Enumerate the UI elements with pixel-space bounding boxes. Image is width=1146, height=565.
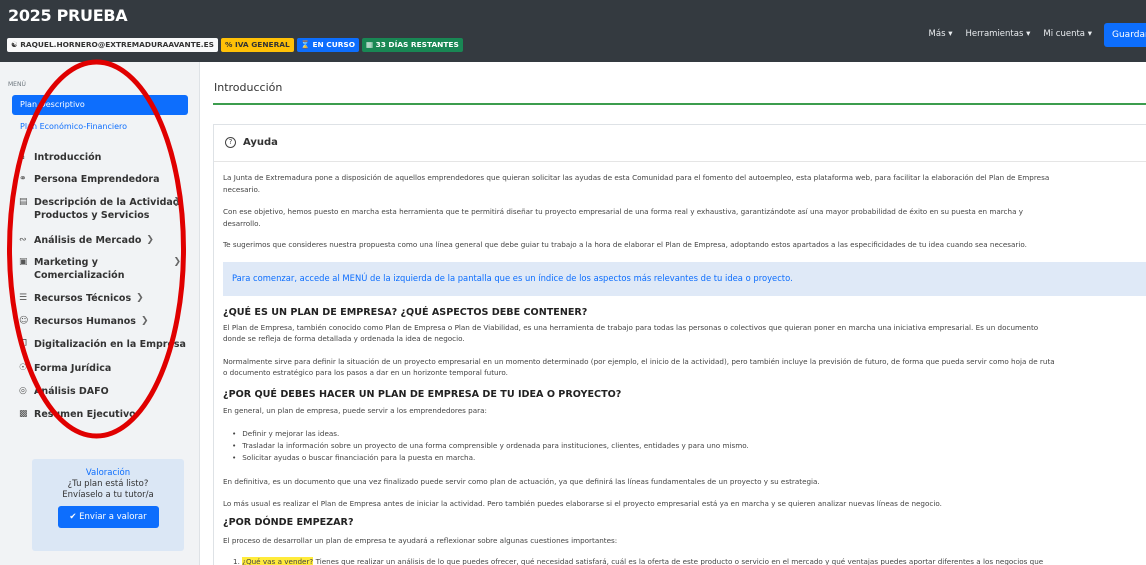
paragraph-7: En definitiva, es un documento que una v… bbox=[223, 477, 820, 486]
paragraph-5-cont: o documento estratégico para los pasos a… bbox=[223, 368, 508, 377]
sidebar-item-marketing[interactable]: ▣ Marketing y Comercialización ❯ bbox=[19, 256, 189, 282]
chart-icon: ∾ bbox=[19, 235, 27, 245]
paragraph-4: El Plan de Empresa, también conocido com… bbox=[223, 323, 1039, 332]
paragraph-8: Lo más usual es realizar el Plan de Empr… bbox=[223, 499, 942, 508]
document-icon: ▩ bbox=[19, 409, 28, 419]
valoracion-title: Valoración bbox=[85, 468, 131, 478]
help-card-title: Ayuda bbox=[243, 137, 278, 148]
sidebar-item-introduccion[interactable]: ⌂ Introducción bbox=[19, 151, 189, 164]
tab-plan-economico[interactable]: Plan Económico-Financiero bbox=[20, 122, 127, 131]
paragraph-1: La Junta de Extremadura pone a disposici… bbox=[223, 173, 1050, 182]
status-badge: ⌛ EN CURSO bbox=[296, 38, 360, 52]
chevron-right-icon: ❯ bbox=[136, 293, 144, 303]
chevron-right-icon: ❯ bbox=[146, 235, 154, 245]
chevron-right-icon: ❯ bbox=[173, 257, 181, 267]
save-button[interactable]: Guardar bbox=[1104, 23, 1146, 47]
heading-por-donde: ¿POR DÓNDE EMPEZAR? bbox=[223, 517, 354, 528]
calendar-icon: ▣ bbox=[19, 257, 28, 267]
paragraph-1-cont: necesario. bbox=[223, 185, 261, 194]
page-title: Introducción bbox=[214, 81, 283, 94]
store-icon: ▤ bbox=[19, 197, 28, 207]
top-nav: Más ▾ Herramientas ▾ Mi cuenta ▾ bbox=[929, 29, 1092, 39]
nav-mas[interactable]: Más ▾ bbox=[929, 29, 953, 39]
title-underline bbox=[213, 103, 1146, 105]
user-icon: ☯ bbox=[11, 40, 21, 49]
caret-down-icon: ▾ bbox=[948, 29, 953, 39]
info-alert: Para comenzar, accede al MENÚ de la izqu… bbox=[223, 262, 1146, 296]
hourglass-icon: ⌛ bbox=[300, 40, 313, 49]
sidebar-item-analisis-mercado[interactable]: ∾ Análisis de Mercado ❯ bbox=[19, 234, 189, 247]
sidebar-item-descripcion-actividad[interactable]: ▤ Descripción de la Actividad, Productos … bbox=[19, 196, 189, 222]
days-remaining-badge: ▦ 33 DÍAS RESTANTES bbox=[362, 38, 463, 52]
caret-down-icon: ▾ bbox=[1026, 29, 1031, 39]
menu-label: MENÚ bbox=[8, 81, 26, 88]
paragraph-2-cont: desarrollo. bbox=[223, 219, 261, 228]
heading-por-que: ¿POR QUÉ DEBES HACER UN PLAN DE EMPRESA … bbox=[223, 389, 622, 400]
list-item: Solicitar ayudas o buscar financiación p… bbox=[232, 453, 475, 462]
home-icon: ⌂ bbox=[19, 152, 25, 162]
calendar-icon: ▦ bbox=[366, 40, 376, 49]
paragraph-3: Te sugerimos que consideres nuestra prop… bbox=[223, 240, 1027, 249]
tools-icon: ☰ bbox=[19, 293, 28, 303]
users-icon: ⚭ bbox=[19, 174, 27, 184]
percent-icon: % bbox=[224, 40, 235, 49]
sidebar-item-forma-juridica[interactable]: ☉ Forma Jurídica bbox=[19, 362, 189, 375]
paragraph-5: Normalmente sirve para definir la situac… bbox=[223, 357, 1055, 366]
paragraph-9: El proceso de desarrollar un plan de emp… bbox=[223, 536, 618, 545]
people-icon: ☺ bbox=[19, 316, 29, 326]
nav-herramientas[interactable]: Herramientas ▾ bbox=[966, 29, 1031, 39]
iva-badge: % IVA GENERAL bbox=[220, 38, 294, 52]
help-icon: ? bbox=[225, 137, 236, 148]
list-item: Trasladar la información sobre un proyec… bbox=[232, 441, 749, 450]
valoracion-hint: Envíaselo a tu tutor/a bbox=[62, 490, 154, 500]
valoracion-question: ¿Tu plan está listo? bbox=[67, 479, 149, 489]
sidebar-item-analisis-dafo[interactable]: ◎ Análisis DAFO bbox=[19, 385, 189, 398]
chevron-right-icon: ❯ bbox=[140, 316, 149, 326]
heading-que-es: ¿QUÉ ES UN PLAN DE EMPRESA? ¿QUÉ ASPECTO… bbox=[223, 307, 588, 318]
list-item: Definir y mejorar las ideas. bbox=[232, 429, 339, 438]
paragraph-2: Con ese objetivo, hemos puesto en marcha… bbox=[223, 207, 1024, 216]
status-badges: ☯ RAQUEL.HORNERO@EXTREMADURAAVANTE.ES % … bbox=[7, 38, 463, 52]
sidebar-item-resumen-ejecutivo[interactable]: ▩ Resumen Ejecutivo bbox=[19, 408, 189, 421]
paragraph-6: En general, un plan de empresa, puede se… bbox=[223, 406, 487, 415]
sidebar-item-persona-emprendedora[interactable]: ⚭ Persona Emprendedora bbox=[19, 173, 189, 186]
user-badge: ☯ RAQUEL.HORNERO@EXTREMADURAAVANTE.ES bbox=[7, 38, 218, 52]
check-icon: ✔ bbox=[69, 512, 80, 522]
sidebar: MENÚ Plan Descriptivo Plan Económico-Fin… bbox=[0, 62, 200, 565]
paragraph-4-cont: donde se refleja de forma detallada y or… bbox=[223, 334, 465, 343]
valoracion-card: Valoración ¿Tu plan está listo? Envíasel… bbox=[32, 459, 184, 551]
target-icon: ◎ bbox=[19, 386, 27, 396]
enviar-valorar-button[interactable]: ✔ Enviar a valorar bbox=[57, 506, 159, 528]
info-alert-text: Para comenzar, accede al MENÚ de la izqu… bbox=[232, 273, 793, 283]
tab-plan-descriptivo[interactable]: Plan Descriptivo bbox=[12, 95, 188, 115]
sidebar-item-recursos-humanos[interactable]: ☺ Recursos Humanos ❯ bbox=[19, 315, 189, 328]
ordered-list-item: 1. ¿Qué vas a vender? Tienes que realiza… bbox=[233, 557, 1044, 565]
copy-icon: ❐ bbox=[19, 339, 28, 349]
chevron-right-icon: ❯ bbox=[173, 197, 181, 207]
highlighted-question: ¿Qué vas a vender? bbox=[242, 557, 314, 565]
sidebar-item-recursos-tecnicos[interactable]: ☰ Recursos Técnicos ❯ bbox=[19, 292, 189, 305]
sidebar-item-digitalizacion[interactable]: ❐ Digitalización en la Empresa bbox=[19, 338, 189, 351]
nav-mi-cuenta[interactable]: Mi cuenta ▾ bbox=[1043, 29, 1092, 39]
top-navbar: 2025 PRUEBA ☯ RAQUEL.HORNERO@EXTREMADURA… bbox=[0, 0, 1146, 62]
app-title: 2025 PRUEBA bbox=[8, 6, 128, 25]
help-card-header: ? Ayuda bbox=[214, 125, 1146, 162]
caret-down-icon: ▾ bbox=[1087, 29, 1092, 39]
globe-icon: ☉ bbox=[19, 363, 28, 373]
